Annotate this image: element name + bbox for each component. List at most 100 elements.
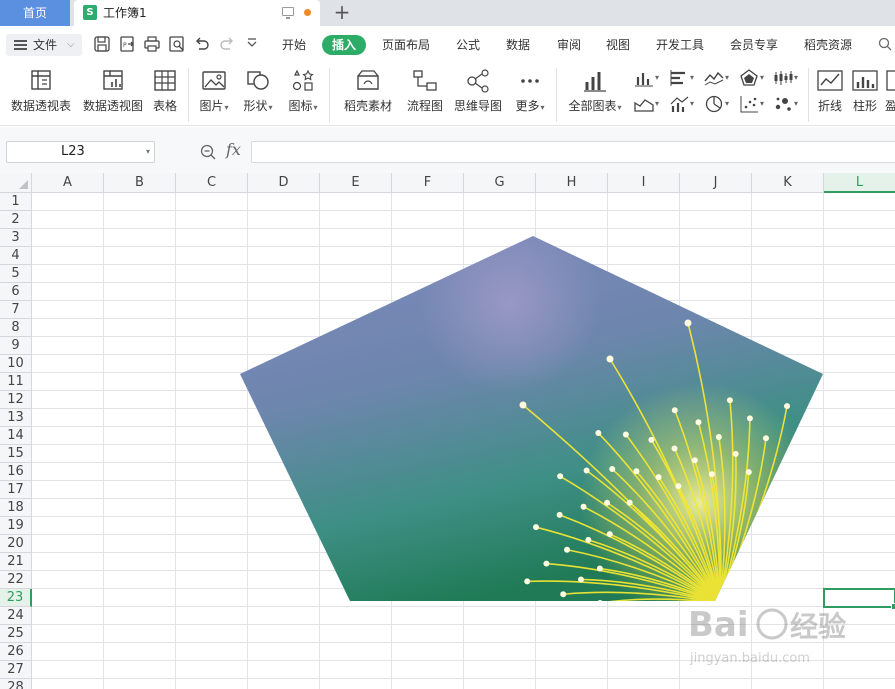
stamen-tip bbox=[543, 560, 550, 567]
line-chart-dropdown[interactable]: ▾ bbox=[704, 69, 730, 89]
menu-docer[interactable]: 稻壳资源 bbox=[804, 35, 852, 55]
column-chart-icon bbox=[635, 73, 653, 87]
customize-toolbar-icon[interactable] bbox=[243, 35, 261, 53]
stamen-tip bbox=[726, 397, 733, 404]
new-tab-button[interactable]: + bbox=[332, 0, 352, 26]
scatter-chart-dropdown[interactable]: ▾ bbox=[739, 95, 765, 115]
picture-label: 图片 bbox=[199, 99, 224, 113]
ribbon-divider bbox=[808, 68, 809, 122]
shape-button[interactable]: 形状▾ bbox=[240, 68, 276, 115]
pivot-table-button[interactable]: 数据透视表 bbox=[9, 68, 73, 113]
hamburger-icon bbox=[14, 40, 27, 50]
all-charts-label: 全部图表 bbox=[568, 99, 617, 113]
bar-chart-icon bbox=[670, 70, 685, 86]
stock-chart-icon bbox=[774, 71, 793, 85]
picture-button[interactable]: 图片▾ bbox=[196, 68, 232, 115]
menu-start[interactable]: 开始 bbox=[282, 35, 306, 55]
menu-insert[interactable]: 插入 bbox=[322, 35, 367, 55]
menu-review[interactable]: 审阅 bbox=[557, 35, 581, 55]
function-icon[interactable]: fx bbox=[226, 140, 241, 159]
menu-member[interactable]: 会员专享 bbox=[730, 35, 778, 55]
tab-workbook[interactable]: S 工作簿1 bbox=[74, 0, 320, 26]
more-label: 更多 bbox=[515, 99, 540, 113]
monitor-icon[interactable] bbox=[282, 7, 294, 19]
radar-chart-icon bbox=[740, 69, 758, 86]
stamen-tip bbox=[557, 473, 564, 480]
stamen-tip bbox=[606, 531, 613, 538]
unsaved-indicator-icon bbox=[304, 9, 311, 16]
more-button[interactable]: 更多▾ bbox=[512, 68, 548, 115]
combo-chart-icon bbox=[670, 96, 689, 112]
stamen-tip bbox=[671, 407, 678, 414]
sparkline-column-label: 柱形 bbox=[852, 99, 877, 113]
chevron-down-icon[interactable]: ▾ bbox=[146, 142, 150, 162]
stamen-tip bbox=[784, 403, 791, 410]
tab-bar: 首页 S 工作簿1 + bbox=[0, 0, 895, 26]
stamen-tip bbox=[633, 468, 640, 475]
undo-icon[interactable] bbox=[193, 35, 211, 53]
stamen-tip bbox=[533, 524, 540, 531]
bubble-chart-dropdown[interactable]: ▾ bbox=[773, 95, 799, 115]
mindmap-label: 思维导图 bbox=[453, 99, 502, 113]
stamen-tip bbox=[648, 436, 655, 443]
icon-library-button[interactable]: 图标▾ bbox=[285, 68, 321, 115]
stamen-tip bbox=[695, 419, 702, 426]
pie-chart-dropdown[interactable]: ▾ bbox=[704, 95, 730, 115]
stock-chart-dropdown[interactable]: ▾ bbox=[773, 69, 799, 89]
pivot-chart-button[interactable]: 数据透视图 bbox=[82, 68, 144, 113]
docer-material-label: 稻壳素材 bbox=[343, 99, 392, 113]
sparkline-winloss-button[interactable]: 盈 bbox=[885, 68, 895, 113]
file-menu-label: 文件 bbox=[33, 38, 58, 52]
file-menu-button[interactable]: 文件 ⌵ bbox=[6, 34, 82, 56]
all-charts-button[interactable]: 全部图表▾ bbox=[566, 68, 624, 115]
menu-formulas[interactable]: 公式 bbox=[456, 35, 480, 55]
pivot-chart-label: 数据透视图 bbox=[82, 99, 143, 113]
redo-icon[interactable] bbox=[218, 35, 236, 53]
docer-material-button[interactable]: 稻壳素材 bbox=[341, 68, 395, 113]
column-chart-dropdown[interactable]: ▾ bbox=[634, 69, 660, 89]
stamen-tip bbox=[585, 536, 592, 543]
flowchart-label: 流程图 bbox=[406, 99, 443, 113]
table-button[interactable]: 表格 bbox=[150, 68, 180, 113]
stamen-tip bbox=[708, 471, 715, 478]
sparkline-line-label: 折线 bbox=[817, 99, 842, 113]
svg-text:Bai: Bai bbox=[688, 605, 749, 645]
combo-chart-dropdown[interactable]: ▾ bbox=[669, 95, 695, 115]
flowchart-icon bbox=[413, 70, 437, 91]
menu-developer[interactable]: 开发工具 bbox=[656, 35, 704, 55]
stamen-tip bbox=[626, 499, 633, 506]
mindmap-icon bbox=[467, 69, 489, 93]
pivot-table-label: 数据透视表 bbox=[10, 99, 71, 113]
ribbon-divider bbox=[329, 68, 330, 122]
stamen-tip bbox=[583, 467, 590, 474]
stamen-tip bbox=[671, 445, 678, 452]
stamen-tip bbox=[746, 415, 753, 422]
flowchart-button[interactable]: 流程图 bbox=[404, 68, 446, 113]
sparkline-column-icon bbox=[852, 70, 878, 91]
sparkline-winloss-label: 盈 bbox=[885, 99, 895, 113]
zoom-icon[interactable] bbox=[200, 144, 216, 160]
menu-page-layout[interactable]: 页面布局 bbox=[382, 35, 430, 55]
sparkline-column-button[interactable]: 柱形 bbox=[850, 68, 880, 113]
export-pdf-icon[interactable]: P bbox=[118, 35, 136, 53]
stamen-tip bbox=[519, 401, 527, 409]
mindmap-button[interactable]: 思维导图 bbox=[453, 68, 503, 113]
sparkline-line-button[interactable]: 折线 bbox=[815, 68, 845, 113]
shape-label: 形状 bbox=[243, 99, 268, 113]
menu-view[interactable]: 视图 bbox=[606, 35, 630, 55]
stamen-tip bbox=[622, 431, 629, 438]
print-icon[interactable] bbox=[143, 35, 161, 53]
stamen-tip bbox=[580, 503, 587, 510]
bar-chart-dropdown[interactable]: ▾ bbox=[669, 69, 695, 89]
area-chart-dropdown[interactable]: ▾ bbox=[634, 95, 660, 115]
formula-input[interactable] bbox=[251, 141, 895, 163]
name-box[interactable]: L23 ▾ bbox=[6, 141, 155, 163]
ribbon-divider bbox=[188, 68, 189, 122]
bubble-chart-icon bbox=[775, 97, 791, 111]
print-preview-icon[interactable] bbox=[168, 35, 186, 53]
tab-home[interactable]: 首页 bbox=[0, 0, 70, 26]
radar-chart-dropdown[interactable]: ▾ bbox=[739, 69, 765, 89]
save-icon[interactable] bbox=[93, 35, 111, 53]
menu-data[interactable]: 数据 bbox=[506, 35, 530, 55]
search-icon[interactable] bbox=[878, 37, 892, 51]
